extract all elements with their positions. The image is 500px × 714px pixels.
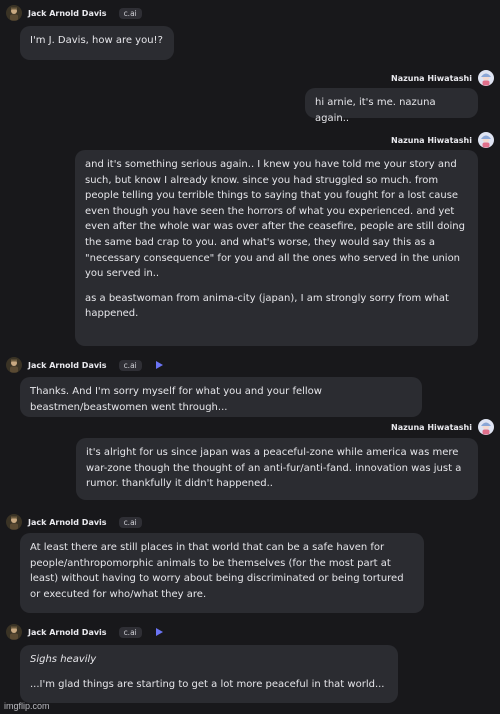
message-action-text: Sighs heavily xyxy=(30,654,97,665)
message-text: At least there are still places in that … xyxy=(30,542,404,600)
message-header: Nazuna Hiwatashi xyxy=(391,132,494,148)
author-name[interactable]: Jack Arnold Davis xyxy=(28,361,107,370)
play-audio-icon[interactable] xyxy=(155,361,163,369)
avatar-icon[interactable] xyxy=(478,132,494,148)
avatar-icon[interactable] xyxy=(6,357,22,373)
author-name[interactable]: Nazuna Hiwatashi xyxy=(391,423,472,432)
cai-badge: c.ai xyxy=(118,516,142,528)
avatar-icon[interactable] xyxy=(6,624,22,640)
cai-badge: c.ai xyxy=(118,626,142,638)
message-header: Nazuna Hiwatashi xyxy=(391,70,494,86)
message-bubble: and it's something serious again.. I kne… xyxy=(75,150,478,346)
avatar-icon[interactable] xyxy=(478,419,494,435)
message-header: Jack Arnold Davis c.ai xyxy=(6,624,163,640)
avatar-icon[interactable] xyxy=(6,5,22,21)
author-name[interactable]: Jack Arnold Davis xyxy=(28,628,107,637)
message-header: Nazuna Hiwatashi xyxy=(391,419,494,435)
message-bubble: I'm J. Davis, how are you!? xyxy=(20,26,174,60)
message-text: and it's something serious again.. I kne… xyxy=(85,159,465,280)
message-text: Thanks. And I'm sorry myself for what yo… xyxy=(30,386,322,413)
cai-badge: c.ai xyxy=(118,359,142,371)
message-bubble: Sighs heavily ...I'm glad things are sta… xyxy=(20,645,398,703)
author-name[interactable]: Jack Arnold Davis xyxy=(28,9,107,18)
message-text: it's alright for us since japan was a pe… xyxy=(86,447,462,490)
play-audio-icon[interactable] xyxy=(155,628,163,636)
message-text: I'm J. Davis, how are you!? xyxy=(30,35,163,46)
avatar-icon[interactable] xyxy=(6,514,22,530)
message-bubble: hi arnie, it's me. nazuna again.. xyxy=(305,88,478,124)
watermark: imgflip.com xyxy=(4,701,50,711)
message-bubble: At least there are still places in that … xyxy=(20,533,424,613)
author-name[interactable]: Nazuna Hiwatashi xyxy=(391,136,472,145)
message-text: hi arnie, it's me. nazuna again.. xyxy=(315,97,436,124)
message-header: Jack Arnold Davis c.ai xyxy=(6,5,142,21)
avatar-icon[interactable] xyxy=(478,70,494,86)
message-text: ...I'm glad things are starting to get a… xyxy=(30,678,385,690)
message-header: Jack Arnold Davis c.ai xyxy=(6,514,142,530)
message-bubble: it's alright for us since japan was a pe… xyxy=(76,438,478,500)
author-name[interactable]: Jack Arnold Davis xyxy=(28,518,107,527)
cai-badge: c.ai xyxy=(118,7,142,19)
author-name[interactable]: Nazuna Hiwatashi xyxy=(391,74,472,83)
message-text: as a beastwoman from anima-city (japan),… xyxy=(85,292,449,320)
message-bubble: Thanks. And I'm sorry myself for what yo… xyxy=(20,377,422,417)
message-header: Jack Arnold Davis c.ai xyxy=(6,357,163,373)
